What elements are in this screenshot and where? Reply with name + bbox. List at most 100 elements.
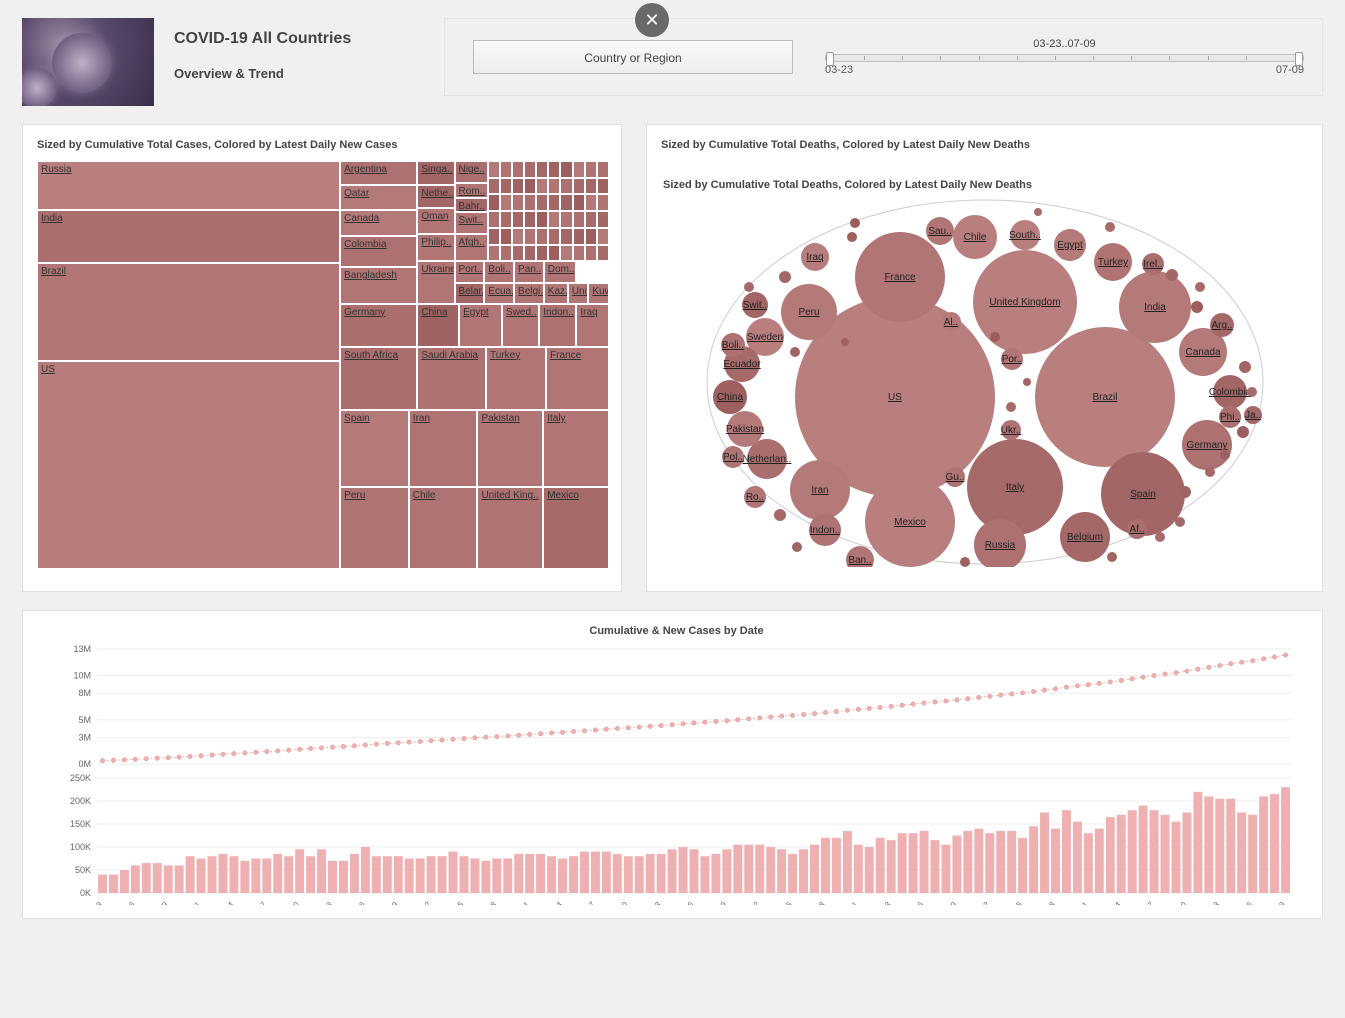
- bubble-node-small[interactable]: [774, 509, 786, 521]
- treemap-cell[interactable]: Swed..: [502, 304, 539, 347]
- treemap-cell[interactable]: Bahr..: [455, 198, 488, 212]
- bar[interactable]: [416, 859, 425, 894]
- treemap-cell-small[interactable]: [536, 245, 548, 262]
- bar[interactable]: [251, 859, 260, 894]
- bar[interactable]: [766, 847, 775, 893]
- treemap-cell[interactable]: Mexico: [543, 487, 609, 569]
- bar[interactable]: [427, 856, 436, 893]
- treemap-cell[interactable]: France: [546, 347, 609, 410]
- bar[interactable]: [503, 859, 512, 894]
- bar[interactable]: [339, 861, 348, 893]
- treemap-cell-small[interactable]: [585, 211, 597, 228]
- bar[interactable]: [98, 875, 107, 893]
- bar[interactable]: [996, 831, 1005, 893]
- bar[interactable]: [865, 847, 874, 893]
- bar[interactable]: [931, 840, 940, 893]
- bar[interactable]: [240, 861, 249, 893]
- bar[interactable]: [328, 861, 337, 893]
- bubble-node-small[interactable]: [790, 347, 800, 357]
- bar[interactable]: [755, 845, 764, 893]
- bar[interactable]: [1062, 810, 1071, 893]
- bar[interactable]: [733, 845, 742, 893]
- bar[interactable]: [1139, 806, 1148, 893]
- bar[interactable]: [788, 854, 797, 893]
- combo-chart[interactable]: 0M3M5M8M10M13M0K50K100K150K200K250K03/23…: [49, 643, 1304, 905]
- bubble-node-small[interactable]: [744, 282, 754, 292]
- treemap-cell-small[interactable]: [500, 178, 512, 195]
- treemap-cell[interactable]: Nige..: [455, 161, 488, 183]
- bar[interactable]: [1193, 792, 1202, 893]
- bar[interactable]: [920, 831, 929, 893]
- bar[interactable]: [153, 863, 162, 893]
- bar[interactable]: [613, 854, 622, 893]
- treemap-cell[interactable]: Spain: [340, 410, 409, 488]
- treemap-cell-small[interactable]: [488, 178, 500, 195]
- treemap-cell[interactable]: Germany: [340, 304, 417, 347]
- bubble-node-small[interactable]: [1023, 378, 1031, 386]
- treemap-cell-small[interactable]: [548, 228, 560, 245]
- bar[interactable]: [569, 856, 578, 893]
- bubble-chart[interactable]: USBrazilUnited KingdomItalyMexicoFranceS…: [705, 197, 1265, 567]
- bar[interactable]: [164, 865, 173, 893]
- bar[interactable]: [1106, 817, 1115, 893]
- bar[interactable]: [197, 859, 206, 894]
- bubble-node-small[interactable]: [1195, 282, 1205, 292]
- treemap-cell-small[interactable]: [512, 194, 524, 211]
- treemap-cell-small[interactable]: [488, 161, 500, 178]
- bar[interactable]: [1051, 829, 1060, 893]
- treemap-cell[interactable]: United King..: [477, 487, 543, 569]
- treemap-cell-small[interactable]: [560, 245, 572, 262]
- treemap-cell-small[interactable]: [536, 178, 548, 195]
- bar[interactable]: [438, 856, 447, 893]
- bar[interactable]: [273, 854, 282, 893]
- treemap-cell-small[interactable]: [536, 194, 548, 211]
- treemap-cell[interactable]: Nethe..: [417, 185, 454, 207]
- bar[interactable]: [394, 856, 403, 893]
- bar[interactable]: [668, 849, 677, 893]
- treemap-cell[interactable]: Peru: [340, 487, 409, 569]
- bar[interactable]: [657, 854, 666, 893]
- treemap-cell[interactable]: China: [417, 304, 459, 347]
- treemap-cell[interactable]: Port..: [455, 261, 485, 283]
- treemap-cell[interactable]: Turkey: [486, 347, 546, 410]
- bar[interactable]: [109, 875, 118, 893]
- bar[interactable]: [262, 859, 271, 894]
- bar[interactable]: [722, 849, 731, 893]
- treemap-cell[interactable]: Ecua..: [484, 283, 514, 304]
- treemap-cell-small[interactable]: [512, 178, 524, 195]
- bar[interactable]: [1226, 799, 1235, 893]
- bar[interactable]: [306, 856, 315, 893]
- treemap-cell-small[interactable]: [524, 178, 536, 195]
- bubble-node-small[interactable]: [792, 542, 802, 552]
- treemap-cell-small[interactable]: [597, 194, 609, 211]
- bar[interactable]: [898, 833, 907, 893]
- treemap-cell-small[interactable]: [500, 245, 512, 262]
- bubble-node-small[interactable]: [1239, 361, 1251, 373]
- bar[interactable]: [690, 849, 699, 893]
- bubble-node-small[interactable]: [1105, 222, 1115, 232]
- bar[interactable]: [1040, 813, 1049, 894]
- treemap-cell-small[interactable]: [536, 228, 548, 245]
- bar[interactable]: [142, 863, 151, 893]
- bubble-node-small[interactable]: [1034, 208, 1042, 216]
- treemap-cell-small[interactable]: [488, 245, 500, 262]
- treemap-cell[interactable]: Swit..: [455, 212, 488, 234]
- treemap-cell-small[interactable]: [488, 211, 500, 228]
- bar[interactable]: [1073, 822, 1082, 893]
- treemap-cell-small[interactable]: [524, 228, 536, 245]
- treemap-cell-small[interactable]: [524, 211, 536, 228]
- treemap-chart[interactable]: RussiaIndiaBrazilUSArgentinaQatarCanadaC…: [37, 161, 609, 569]
- bar[interactable]: [843, 831, 852, 893]
- treemap-cell[interactable]: Philip..: [417, 234, 454, 261]
- country-region-selector[interactable]: Country or Region: [473, 40, 793, 74]
- bar[interactable]: [1117, 815, 1126, 893]
- bar[interactable]: [854, 845, 863, 893]
- treemap-cell[interactable]: Singa..: [417, 161, 454, 185]
- treemap-cell[interactable]: Rom..: [455, 183, 488, 197]
- close-icon[interactable]: ✕: [635, 3, 669, 37]
- treemap-cell[interactable]: Boli..: [484, 261, 514, 283]
- bar[interactable]: [580, 852, 589, 893]
- treemap-cell[interactable]: Indon..: [539, 304, 576, 347]
- treemap-cell[interactable]: Ukraine: [417, 261, 454, 304]
- treemap-cell-small[interactable]: [548, 178, 560, 195]
